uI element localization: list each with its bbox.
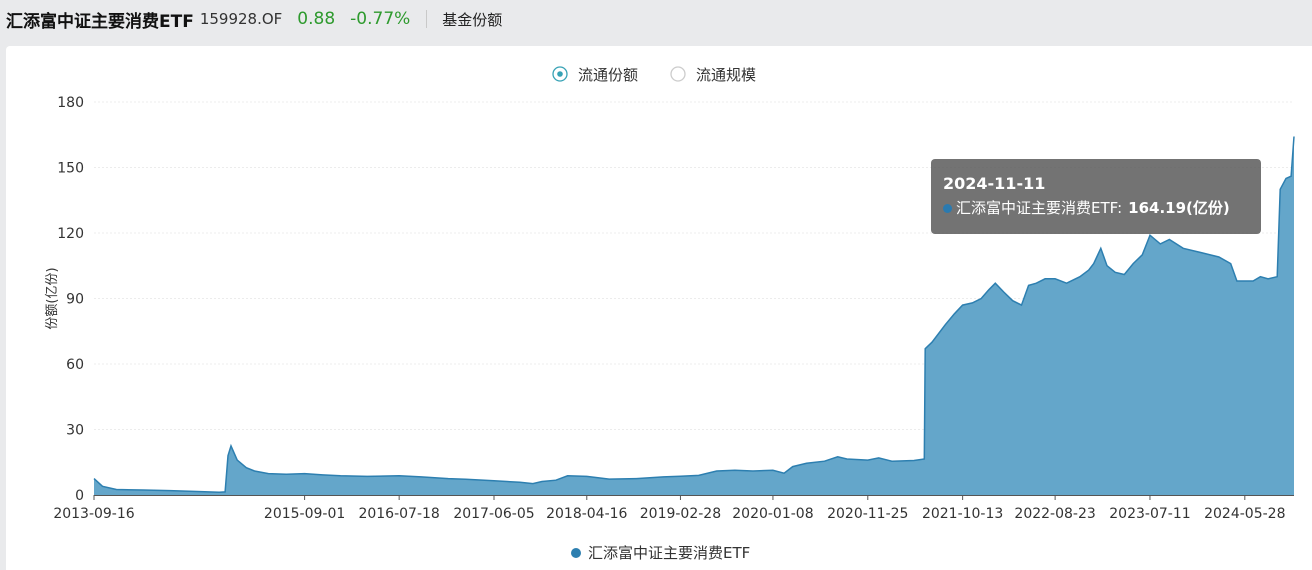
- fund-header: 汇添富中证主要消费ETF 159928.OF 0.88 -0.77% 基金份额: [0, 0, 1312, 38]
- radio-dot-icon: [557, 71, 563, 77]
- series-dot-icon: [943, 203, 952, 213]
- fund-change: -0.77%: [350, 9, 411, 29]
- x-tick-label: 2020-01-08: [732, 506, 813, 522]
- x-tick-label: 2023-07-11: [1109, 506, 1190, 522]
- fund-price: 0.88: [297, 9, 336, 29]
- chart-panel: 0 30 60 90 120 150 180 2013-09-16 2015-09-01 2016…: [6, 46, 1312, 570]
- x-tick-label: 2013-09-16: [53, 506, 134, 522]
- y-tick-label: 0: [75, 488, 84, 504]
- y-tick-label: 60: [66, 357, 84, 373]
- x-tick-label: 2017-06-05: [453, 506, 534, 522]
- tooltip-series-label: 汇添富中证主要消费ETF:: [956, 199, 1123, 217]
- tooltip-row: 汇添富中证主要消费ETF: 164.19(亿份): [943, 195, 1261, 221]
- y-tick-label: 180: [57, 95, 84, 111]
- y-tick-label: 120: [57, 226, 84, 242]
- x-tick-label: 2018-04-16: [546, 506, 627, 522]
- y-axis-label: 份额(亿份): [45, 267, 60, 329]
- legend-dot-icon: [571, 548, 581, 558]
- toggle-label-1: 流通规模: [696, 66, 756, 84]
- x-tick-label: 2024-05-28: [1204, 506, 1285, 522]
- x-tick-label: 2015-09-01: [264, 506, 345, 522]
- x-tick-label: 2019-02-28: [640, 506, 721, 522]
- x-tick-label: 2022-08-23: [1014, 506, 1095, 522]
- radio-unselected-icon: [670, 66, 686, 82]
- shares-chart: 0 30 60 90 120 150 180 2013-09-16 2015-09-01 2016…: [45, 66, 1295, 562]
- tooltip-value: 164.19(亿份): [1128, 199, 1230, 217]
- fund-code: 159928.OF: [199, 10, 283, 28]
- y-tick-label: 90: [66, 292, 84, 308]
- toggle-label-0: 流通份额: [578, 66, 638, 84]
- tab-fund-shares[interactable]: 基金份额: [442, 9, 502, 30]
- legend-entry: 汇添富中证主要消费ETF: [588, 544, 750, 562]
- x-tick-label: 2020-11-25: [827, 506, 908, 522]
- y-tick-label: 30: [66, 423, 84, 439]
- tooltip-date: 2024-11-11: [943, 174, 1046, 193]
- y-tick-label: 150: [57, 161, 84, 177]
- fund-name: 汇添富中证主要消费ETF: [6, 11, 194, 32]
- header-divider: [426, 10, 428, 28]
- x-tick-label: 2016-07-18: [358, 506, 439, 522]
- x-tick-label: 2021-10-13: [922, 506, 1003, 522]
- chart-tooltip: 2024-11-11 汇添富中证主要消费ETF: 164.19(亿份): [931, 159, 1261, 234]
